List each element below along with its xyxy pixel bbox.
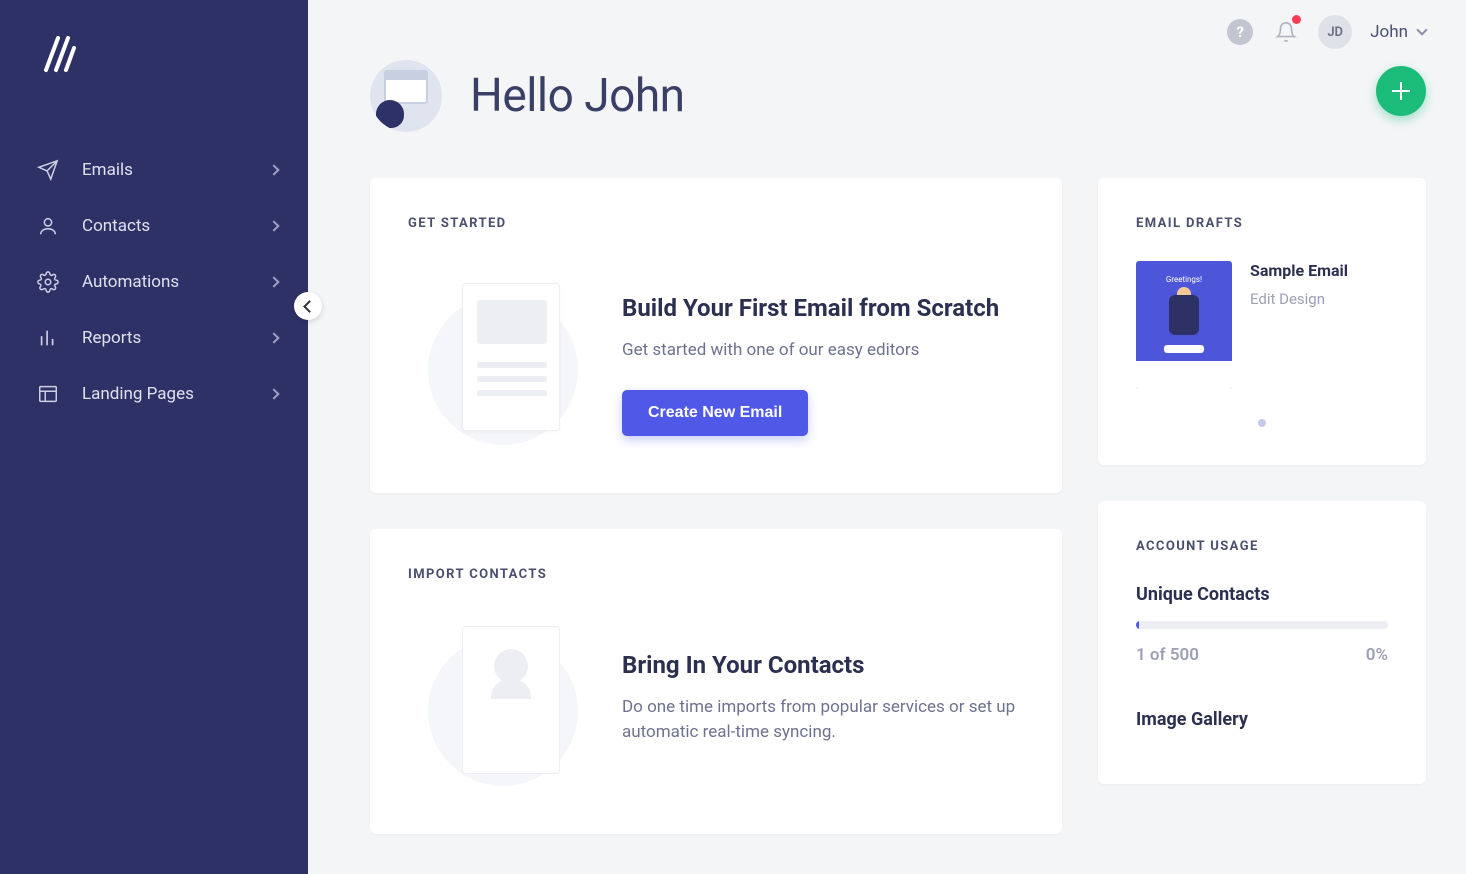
account-usage-card: ACCOUNT USAGE Unique Contacts 1 of 500 0… — [1098, 501, 1426, 784]
nav-label: Automations — [82, 272, 270, 292]
bell-icon — [1275, 21, 1297, 43]
nav-list: Emails Contacts Automations — [0, 142, 308, 422]
chevron-right-icon — [268, 388, 279, 399]
nav-label: Reports — [82, 328, 270, 348]
usage-contacts-percent: 0% — [1366, 645, 1388, 665]
draft-action: Edit Design — [1250, 290, 1348, 308]
greeting: Hello John — [370, 60, 1426, 132]
create-new-email-button[interactable]: Create New Email — [622, 390, 808, 436]
carousel-dot[interactable] — [1258, 419, 1266, 427]
page-icon — [36, 382, 60, 406]
notification-dot — [1292, 15, 1301, 24]
email-placeholder-illustration — [408, 275, 578, 455]
nav-label: Landing Pages — [82, 384, 270, 404]
nav-item-landing-pages[interactable]: Landing Pages — [0, 366, 308, 422]
nav-label: Contacts — [82, 216, 270, 236]
gear-icon — [36, 270, 60, 294]
sidebar: Emails Contacts Automations — [0, 0, 308, 874]
nav-item-emails[interactable]: Emails — [0, 142, 308, 198]
chevron-down-icon — [1416, 24, 1427, 35]
import-contacts-subtitle: Do one time imports from popular service… — [622, 695, 1024, 746]
help-icon: ? — [1227, 19, 1253, 45]
get-started-card: GET STARTED — [370, 178, 1062, 493]
main-content: ? JD John Hello John — [308, 0, 1466, 874]
usage-gallery-label: Image Gallery — [1136, 709, 1388, 730]
card-header: IMPORT CONTACTS — [408, 567, 1024, 582]
import-contacts-card: IMPORT CONTACTS Bring In Your Contact — [370, 529, 1062, 834]
get-started-title: Build Your First Email from Scratch — [622, 294, 999, 322]
greeting-illustration — [370, 60, 442, 132]
usage-contacts-stat: 1 of 500 — [1136, 645, 1199, 665]
chevron-right-icon — [268, 332, 279, 343]
draft-thumbnail: Greetings! — [1136, 261, 1232, 389]
create-fab[interactable] — [1376, 66, 1426, 116]
usage-contacts-progress — [1136, 621, 1388, 629]
chevron-right-icon — [268, 164, 279, 175]
app-logo[interactable] — [38, 28, 308, 82]
nav-label: Emails — [82, 160, 270, 180]
topbar: ? JD John — [370, 0, 1426, 50]
contact-placeholder-illustration — [408, 626, 578, 796]
draft-title: Sample Email — [1250, 261, 1348, 280]
import-contacts-title: Bring In Your Contacts — [622, 651, 1024, 679]
help-button[interactable]: ? — [1226, 18, 1254, 46]
chevron-right-icon — [268, 220, 279, 231]
user-avatar[interactable]: JD — [1318, 15, 1352, 49]
draft-item[interactable]: Greetings! Sample Email Edit Design — [1136, 261, 1388, 389]
person-icon — [36, 214, 60, 238]
card-header: EMAIL DRAFTS — [1136, 216, 1388, 231]
email-drafts-card: EMAIL DRAFTS Greetings! Sample Email — [1098, 178, 1426, 465]
send-icon — [36, 158, 60, 182]
notifications-button[interactable] — [1272, 18, 1300, 46]
card-header: ACCOUNT USAGE — [1136, 539, 1388, 554]
carousel-dots — [1136, 419, 1388, 427]
usage-contacts-label: Unique Contacts — [1136, 584, 1388, 605]
nav-item-reports[interactable]: Reports — [0, 310, 308, 366]
user-name: John — [1370, 22, 1408, 42]
nav-item-automations[interactable]: Automations — [0, 254, 308, 310]
nav-item-contacts[interactable]: Contacts — [0, 198, 308, 254]
greeting-title: Hello John — [470, 69, 685, 123]
get-started-subtitle: Get started with one of our easy editors — [622, 338, 999, 364]
chevron-right-icon — [268, 276, 279, 287]
bars-icon — [36, 326, 60, 350]
user-menu[interactable]: John — [1370, 22, 1426, 42]
card-header: GET STARTED — [408, 216, 1024, 231]
